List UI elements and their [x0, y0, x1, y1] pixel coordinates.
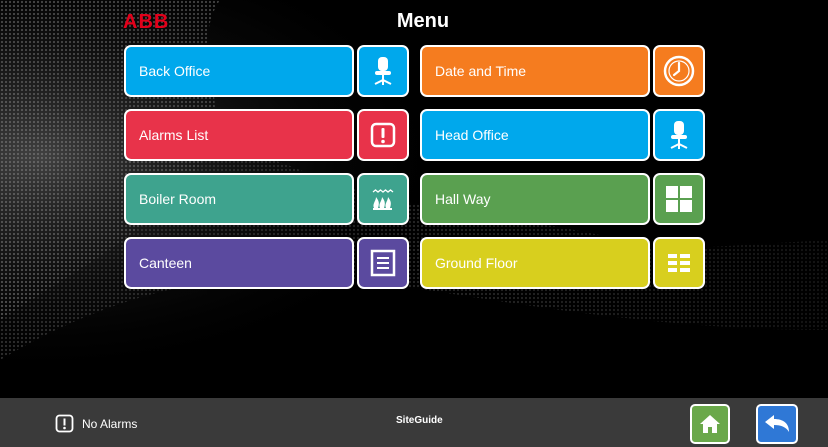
alarms-list-button[interactable] [357, 109, 409, 161]
menu-item-date-and-time[interactable]: Date and Time [420, 45, 650, 97]
alarm-exclamation-icon [55, 414, 74, 433]
menu-item-label: Alarms List [139, 127, 209, 143]
hall-way-button[interactable] [653, 173, 705, 225]
menu-item-label: Canteen [139, 255, 192, 271]
menu-item-hall-way[interactable]: Hall Way [420, 173, 650, 225]
menu-item-label: Boiler Room [139, 191, 217, 207]
office-chair-icon [374, 57, 392, 85]
list-columns-icon [668, 254, 690, 272]
back-office-button[interactable] [357, 45, 409, 97]
home-button[interactable] [690, 404, 730, 444]
canteen-button[interactable] [357, 237, 409, 289]
back-arrow-icon [765, 415, 789, 432]
page-title: Menu [396, 10, 450, 32]
menu-item-label: Hall Way [435, 191, 491, 207]
ground-floor-button[interactable] [653, 237, 705, 289]
menu-item-ground-floor[interactable]: Ground Floor [420, 237, 650, 289]
menu-item-head-office[interactable]: Head Office [420, 109, 650, 161]
office-chair-icon [670, 121, 688, 149]
alarm-exclamation-icon [370, 122, 396, 148]
menu-item-label: Ground Floor [435, 255, 518, 271]
clock-icon [663, 55, 695, 87]
menu-item-label: Head Office [435, 127, 509, 143]
menu-item-canteen[interactable]: Canteen [124, 237, 354, 289]
home-icon [700, 415, 720, 433]
status-bar: No Alarms SiteGuide [0, 398, 828, 447]
menu-item-label: Back Office [139, 63, 211, 79]
list-document-icon [370, 249, 396, 277]
boiler-room-button[interactable] [357, 173, 409, 225]
menu-item-label: Date and Time [435, 63, 527, 79]
head-office-button[interactable] [653, 109, 705, 161]
back-button[interactable] [756, 404, 798, 444]
menu-screen: ABB Menu Back Office Date and Time Alarm… [0, 0, 828, 447]
flame-heating-icon [372, 189, 394, 210]
menu-item-boiler-room[interactable]: Boiler Room [124, 173, 354, 225]
menu-item-alarms-list[interactable]: Alarms List [124, 109, 354, 161]
site-name: SiteGuide [396, 415, 443, 426]
grid-4-icon [666, 186, 692, 212]
menu-item-back-office[interactable]: Back Office [124, 45, 354, 97]
alarm-status-text: No Alarms [82, 417, 138, 431]
date-and-time-button[interactable] [653, 45, 705, 97]
